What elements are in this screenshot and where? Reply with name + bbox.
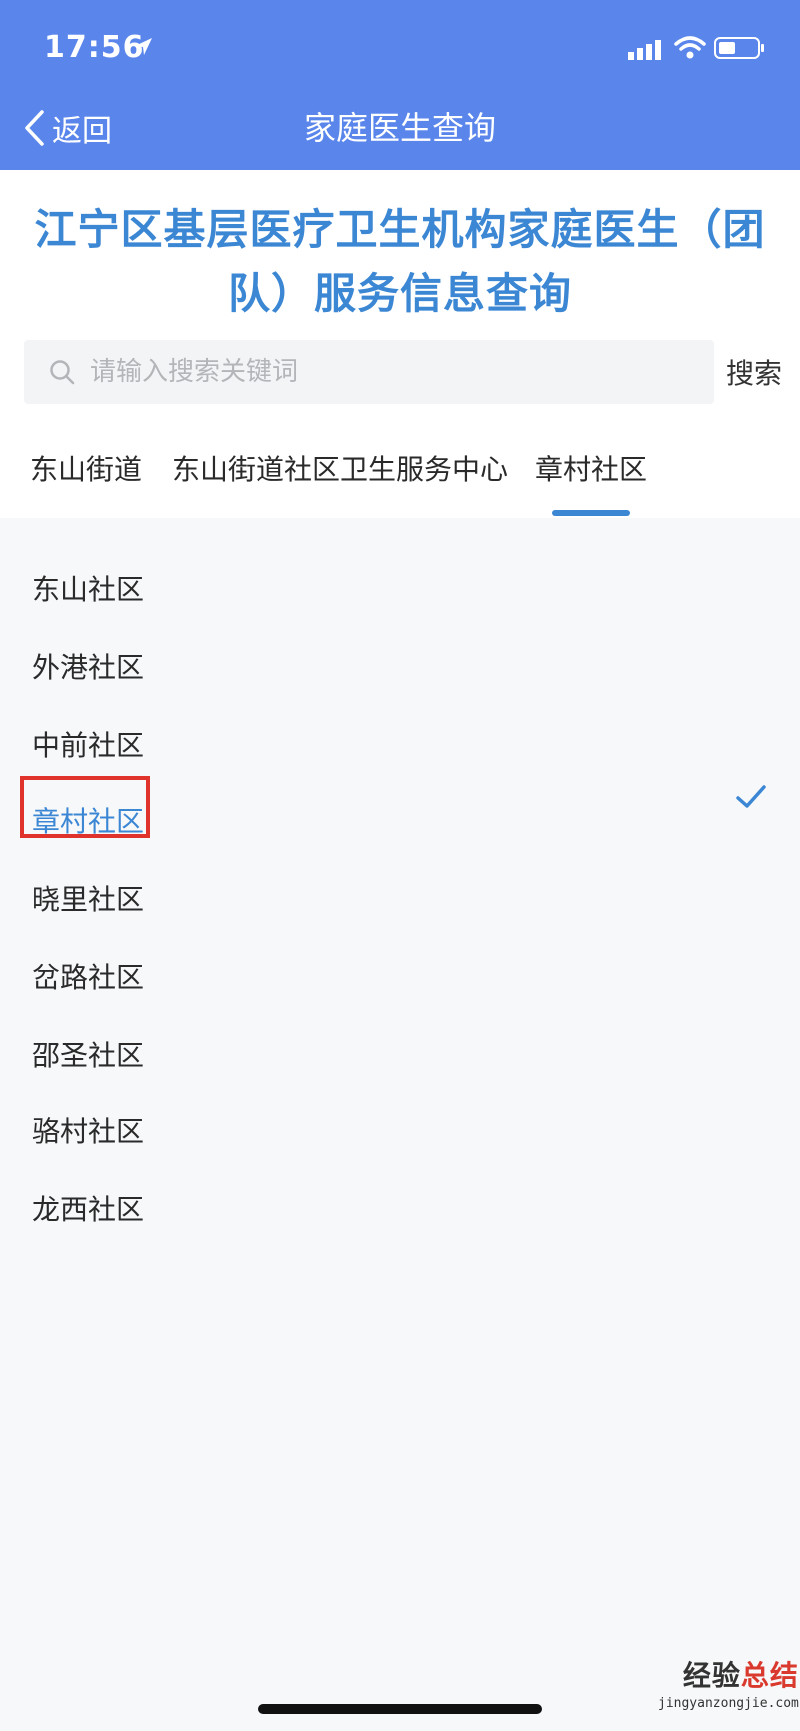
search-button[interactable]: 搜索 — [726, 352, 782, 392]
tab-street[interactable]: 东山街道 — [30, 448, 142, 488]
active-tab-indicator — [552, 510, 630, 516]
watermark-title-accent: 总结 — [740, 1659, 799, 1692]
page-title: 家庭医生查询 — [303, 109, 496, 147]
list-item[interactable]: 邵圣社区 — [0, 1016, 800, 1086]
hero-title: 江宁区基层医疗卫生机构家庭医生（团队）服务信息查询 — [34, 205, 766, 318]
list-item-label: 晓里社区 — [32, 883, 145, 916]
list-item-label: 龙西社区 — [32, 1193, 145, 1226]
list-item-label: 岔路社区 — [32, 961, 145, 994]
watermark: 经验总结 jingyanzongjie.com — [658, 1654, 799, 1711]
signal-icon — [628, 40, 661, 60]
list-item[interactable]: 中前社区 — [0, 706, 800, 776]
search-box[interactable] — [24, 340, 714, 404]
list-item-label: 中前社区 — [32, 729, 145, 762]
watermark-title: 经验总结 — [658, 1654, 799, 1694]
status-time: 17:56 — [44, 30, 145, 65]
list-item-label: 骆村社区 — [32, 1115, 145, 1148]
home-indicator — [258, 1704, 542, 1714]
checkmark-icon — [736, 785, 766, 808]
list-item-label: 东山社区 — [32, 573, 145, 606]
list-item[interactable]: 外港社区 — [0, 628, 800, 698]
watermark-title-main: 经验 — [682, 1659, 741, 1692]
search-icon — [50, 360, 75, 385]
location-arrow-icon — [135, 38, 152, 55]
list-item-label: 外港社区 — [32, 651, 145, 684]
list-item[interactable]: 岔路社区 — [0, 938, 800, 1008]
wifi-icon — [674, 36, 706, 59]
search-input[interactable] — [88, 356, 652, 388]
tab-community[interactable]: 章村社区 — [535, 448, 647, 488]
tab-health-center[interactable]: 东山街道社区卫生服务中心 — [172, 448, 508, 488]
breadcrumb-tabs: 东山街道 东山街道社区卫生服务中心 章村社区 — [0, 448, 800, 518]
list-item[interactable]: 骆村社区 — [0, 1092, 800, 1162]
list-item[interactable]: 龙西社区 — [0, 1170, 800, 1240]
list-item-label: 邵圣社区 — [32, 1039, 145, 1072]
list-item[interactable]: 晓里社区 — [0, 860, 800, 930]
battery-icon — [714, 37, 764, 59]
app-header: 17:56 返回 家庭医生查询 — [0, 0, 800, 170]
highlight-annotation-box — [20, 776, 150, 838]
watermark-url: jingyanzongjie.com — [658, 1696, 799, 1711]
list-item[interactable]: 东山社区 — [0, 550, 800, 620]
